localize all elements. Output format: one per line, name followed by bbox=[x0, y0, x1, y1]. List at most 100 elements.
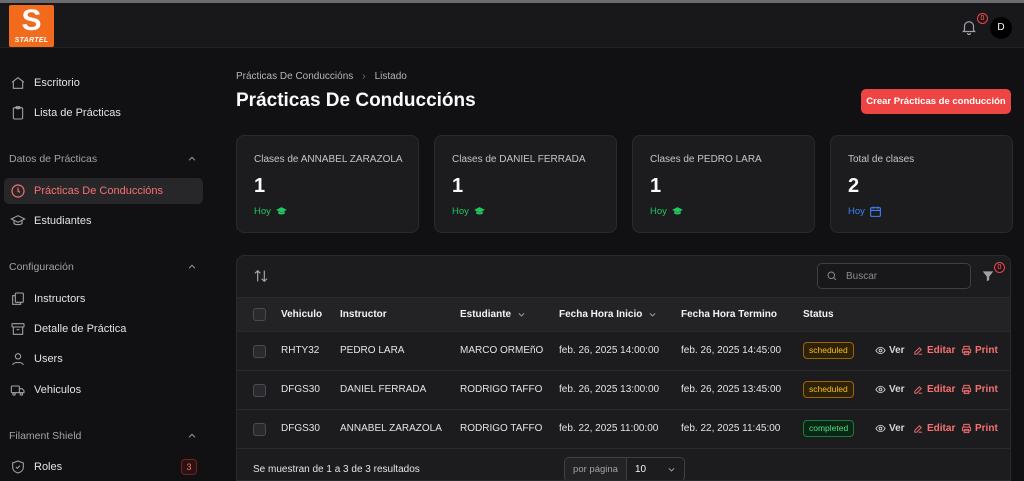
select-all-checkbox[interactable] bbox=[253, 308, 266, 321]
filter-icon[interactable] bbox=[981, 269, 995, 283]
sidebar-item-estudiantes[interactable]: Estudiantes bbox=[4, 208, 203, 234]
sidebar-item-detalle[interactable]: Detalle de Práctica bbox=[4, 316, 203, 342]
column-instructor: Instructor bbox=[340, 309, 387, 320]
row-checkbox[interactable] bbox=[253, 345, 266, 358]
sidebar-item-escritorio[interactable]: Escritorio bbox=[4, 70, 203, 96]
bell-icon[interactable] bbox=[960, 18, 978, 36]
stat-desc-text: Hoy bbox=[848, 206, 865, 217]
stat-card: Clases de DANIEL FERRADA 1 Hoy bbox=[434, 135, 617, 233]
sidebar-item-roles[interactable]: Roles 3 bbox=[4, 454, 203, 480]
sort-arrows-icon[interactable] bbox=[253, 268, 269, 284]
cell-vehiculo: DFGS30 bbox=[281, 423, 320, 434]
printer-icon bbox=[961, 423, 972, 434]
sidebar-item-instructors[interactable]: Instructors bbox=[4, 286, 203, 312]
brand-logo[interactable]: S STARTEL bbox=[9, 5, 54, 47]
academic-cap-icon bbox=[275, 207, 287, 215]
stat-value: 1 bbox=[452, 175, 464, 197]
filter-count-badge: 0 bbox=[994, 262, 1005, 273]
logo-letter: S bbox=[21, 5, 42, 37]
user-icon bbox=[12, 353, 24, 366]
clipboard-icon bbox=[12, 106, 24, 120]
clock-icon bbox=[11, 184, 25, 198]
sidebar-group-configuracion[interactable]: Configuración bbox=[9, 261, 197, 273]
home-icon bbox=[11, 76, 25, 89]
chevron-down-icon bbox=[649, 313, 656, 317]
row-checkbox[interactable] bbox=[253, 384, 266, 397]
cell-vehiculo: DFGS30 bbox=[281, 384, 320, 395]
view-action[interactable]: Ver bbox=[875, 384, 905, 395]
print-action[interactable]: Print bbox=[961, 423, 998, 434]
status-badge: scheduled bbox=[803, 342, 854, 359]
column-estudiante[interactable]: Estudiante bbox=[460, 309, 526, 320]
table-toolbar: Buscar 0 bbox=[237, 256, 1010, 297]
sidebar: Escritorio Lista de Prácticas Datos de P… bbox=[0, 49, 212, 481]
cell-fecha-inicio: feb. 26, 2025 14:00:00 bbox=[559, 345, 660, 356]
sidebar-group-filament-shield[interactable]: Filament Shield bbox=[9, 430, 197, 442]
sidebar-item-lista-practicas[interactable]: Lista de Prácticas bbox=[4, 100, 203, 126]
status-badge: completed bbox=[803, 420, 855, 437]
edit-action[interactable]: Editar bbox=[913, 384, 955, 395]
table-row: DFGS30 DANIEL FERRADA RODRIGO TAFFO feb.… bbox=[237, 371, 1010, 410]
eye-icon bbox=[875, 385, 886, 394]
print-action[interactable]: Print bbox=[961, 345, 998, 356]
breadcrumb-link[interactable]: Prácticas De Conduccións bbox=[236, 71, 353, 82]
row-checkbox[interactable] bbox=[253, 423, 266, 436]
print-action[interactable]: Print bbox=[961, 384, 998, 395]
sidebar-item-label: Escritorio bbox=[34, 77, 80, 89]
search-placeholder: Buscar bbox=[846, 270, 878, 282]
sidebar-group-label: Datos de Prácticas bbox=[9, 153, 98, 165]
search-input[interactable]: Buscar bbox=[817, 263, 971, 289]
sidebar-group-datos[interactable]: Datos de Prácticas bbox=[9, 153, 197, 165]
stat-description: Hoy bbox=[650, 205, 684, 218]
sidebar-item-label: Estudiantes bbox=[34, 215, 92, 227]
stat-desc-text: Hoy bbox=[650, 206, 667, 217]
stat-label: Total de clases bbox=[848, 154, 915, 165]
chevron-up-icon bbox=[188, 264, 196, 269]
page-title: Prácticas De Conduccións bbox=[236, 90, 476, 111]
table-footer: Se muestran de 1 a 3 de 3 resultados por… bbox=[237, 451, 1010, 480]
stat-description: Hoy bbox=[254, 205, 288, 218]
edit-action[interactable]: Editar bbox=[913, 423, 955, 434]
sidebar-item-label: Detalle de Práctica bbox=[34, 323, 127, 335]
cell-fecha-termino: feb. 26, 2025 14:45:00 bbox=[681, 345, 782, 356]
sidebar-item-label: Lista de Prácticas bbox=[34, 107, 121, 119]
per-page-select[interactable]: por página 10 bbox=[564, 457, 685, 480]
sidebar-group-label: Filament Shield bbox=[9, 430, 82, 442]
column-fecha-inicio[interactable]: Fecha Hora Inicio bbox=[559, 309, 657, 320]
notifications-badge: 0 bbox=[977, 13, 988, 24]
search-icon bbox=[827, 271, 837, 281]
view-action[interactable]: Ver bbox=[875, 423, 905, 434]
stat-description: Hoy bbox=[848, 205, 882, 218]
printer-icon bbox=[961, 345, 972, 356]
cell-instructor: DANIEL FERRADA bbox=[340, 384, 427, 395]
chevron-up-icon bbox=[188, 433, 196, 438]
eye-icon bbox=[875, 346, 886, 355]
chevron-down-icon bbox=[668, 468, 675, 472]
view-action[interactable]: Ver bbox=[875, 345, 905, 356]
records-table: Buscar 0 Vehiculo Instructor Estudiante … bbox=[236, 255, 1011, 481]
stat-label: Clases de ANNABEL ZARAZOLA bbox=[254, 154, 403, 165]
cell-estudiante: MARCO ORMEñO bbox=[460, 345, 544, 356]
table-row: RHTY32 PEDRO LARA MARCO ORMEñO feb. 26, … bbox=[237, 332, 1010, 371]
pencil-square-icon bbox=[914, 347, 923, 355]
sidebar-item-vehiculos[interactable]: Vehiculos bbox=[4, 377, 203, 403]
cell-instructor: PEDRO LARA bbox=[340, 345, 405, 356]
per-page-value[interactable]: 10 bbox=[627, 458, 684, 480]
sidebar-item-label: Instructors bbox=[34, 293, 86, 305]
archive-box-icon bbox=[11, 323, 25, 335]
chevron-down-icon bbox=[518, 313, 525, 317]
edit-action[interactable]: Editar bbox=[913, 345, 955, 356]
sidebar-item-practicas[interactable]: Prácticas De Conduccións bbox=[4, 178, 203, 204]
academic-cap-icon bbox=[10, 215, 26, 226]
document-duplicate-icon bbox=[12, 292, 24, 305]
sidebar-item-users[interactable]: Users bbox=[4, 346, 203, 372]
shield-check-icon bbox=[12, 460, 24, 474]
cell-estudiante: RODRIGO TAFFO bbox=[460, 423, 543, 434]
avatar[interactable]: D bbox=[990, 17, 1012, 39]
top-bar: S STARTEL 0 D bbox=[0, 3, 1024, 48]
stat-desc-text: Hoy bbox=[254, 206, 271, 217]
cell-fecha-inicio: feb. 26, 2025 13:00:00 bbox=[559, 384, 660, 395]
create-practice-button[interactable]: Crear Prácticas de conducción bbox=[861, 89, 1011, 114]
stat-label: Clases de PEDRO LARA bbox=[650, 154, 762, 165]
stat-card: Total de clases 2 Hoy bbox=[830, 135, 1013, 233]
